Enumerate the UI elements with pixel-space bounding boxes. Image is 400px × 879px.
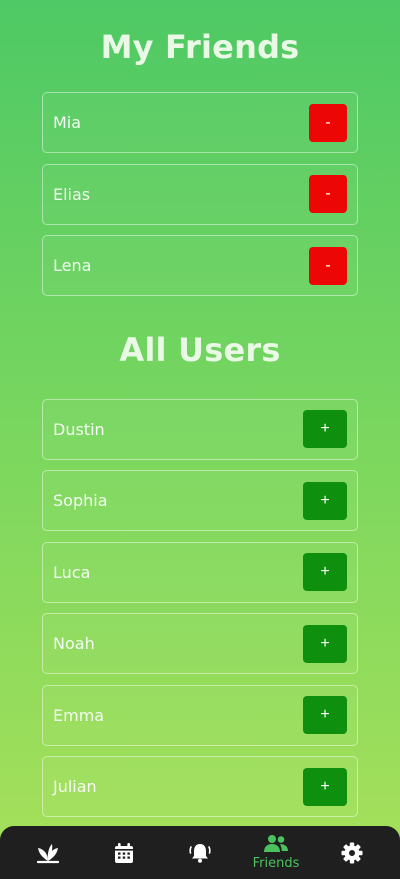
- user-card-emma: Emma +: [42, 684, 358, 746]
- remove-friend-button[interactable]: -: [309, 246, 347, 285]
- friend-card-elias: Elias -: [42, 163, 358, 225]
- user-name: Noah: [53, 634, 95, 653]
- add-friend-button[interactable]: +: [303, 553, 347, 591]
- user-name: Dustin: [53, 419, 105, 439]
- user-card-sophia: Sophia +: [42, 470, 358, 531]
- my-friends-title: My Friends: [100, 28, 300, 66]
- main-content: My Friends Mia - Elias - Lena - All User…: [0, 0, 400, 828]
- users-list: Dustin + Sophia + Luca + Noah + Emma + J…: [0, 398, 400, 817]
- friends-icon: [264, 835, 288, 852]
- gear-icon: [341, 842, 363, 863]
- friend-card-lena: Lena -: [42, 235, 358, 296]
- friends-list: Mia - Elias - Lena -: [0, 92, 400, 296]
- add-friend-button[interactable]: +: [303, 767, 347, 806]
- remove-friend-button[interactable]: -: [309, 103, 347, 142]
- calendar-icon: [115, 842, 133, 863]
- user-name: Luca: [53, 562, 91, 582]
- nav-home[interactable]: [18, 826, 78, 879]
- user-card-noah: Noah +: [42, 613, 358, 674]
- nav-settings[interactable]: [322, 826, 382, 879]
- bottom-navbar: Friends: [0, 826, 400, 879]
- nav-calendar[interactable]: [94, 826, 154, 879]
- user-name: Sophia: [53, 491, 108, 510]
- user-card-dustin: Dustin +: [42, 398, 358, 460]
- nav-notifications[interactable]: [170, 826, 230, 879]
- user-card-luca: Luca +: [42, 541, 358, 603]
- bell-icon: [189, 843, 211, 863]
- nav-friends[interactable]: Friends: [246, 826, 306, 879]
- add-friend-button[interactable]: +: [303, 481, 347, 520]
- friend-name: Lena: [53, 256, 92, 275]
- user-name: Emma: [53, 705, 105, 725]
- user-card-julian: Julian +: [42, 756, 358, 817]
- sprout-icon: [36, 843, 60, 863]
- add-friend-button[interactable]: +: [303, 696, 347, 734]
- user-name: Julian: [53, 777, 97, 796]
- friend-card-mia: Mia -: [42, 92, 358, 153]
- nav-friends-label: Friends: [252, 856, 300, 871]
- remove-friend-button[interactable]: -: [309, 175, 347, 213]
- friend-name: Elias: [53, 184, 91, 204]
- friend-name: Mia: [53, 113, 82, 132]
- add-friend-button[interactable]: +: [303, 624, 347, 663]
- add-friend-button[interactable]: +: [303, 410, 347, 448]
- all-users-title: All Users: [119, 330, 281, 369]
